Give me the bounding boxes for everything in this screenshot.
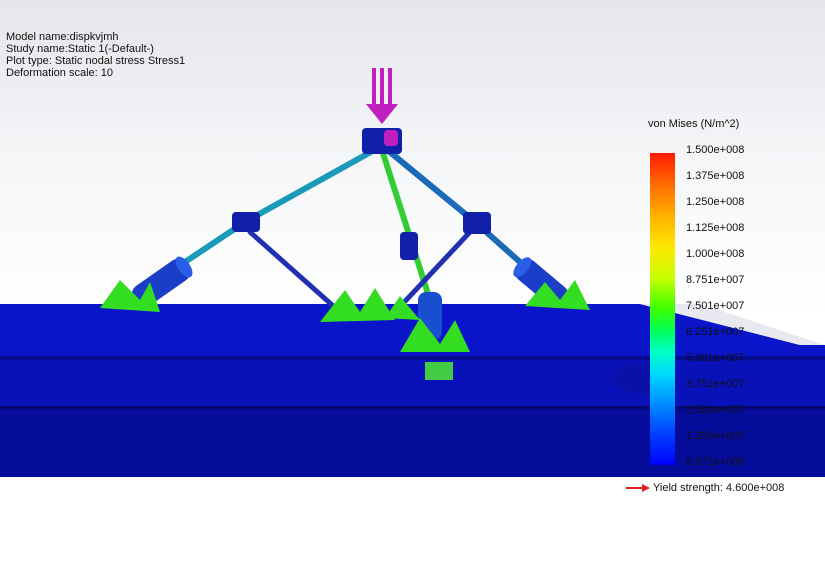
yield-strength-indicator: Yield strength: 4.600e+008: [626, 482, 784, 494]
legend-tick: 1.000e+008: [686, 248, 745, 260]
stress-colorbar: [650, 153, 675, 465]
legend-title: von Mises (N/m^2): [648, 118, 740, 130]
legend-tick: 1.375e+008: [686, 170, 745, 182]
legend-tick: 1.125e+008: [686, 222, 745, 234]
legend-tick: 6.251e+007: [686, 326, 745, 338]
legend-tick: 1.250e+008: [686, 196, 745, 208]
legend-tick: 2.500e+007: [686, 404, 745, 416]
legend-tick: 3.751e+007: [686, 378, 745, 390]
yield-strength-text: Yield strength: 4.600e+008: [653, 482, 785, 494]
legend-tick: 8.751e+007: [686, 274, 745, 286]
legend-tick: 7.501e+007: [686, 300, 745, 312]
legend-tick: 1.250e+007: [686, 430, 745, 442]
legend-tick: 5.001e+007: [686, 352, 745, 364]
legend-tick: 6.071e+005: [686, 456, 745, 468]
legend-tick: 1.500e+008: [686, 144, 745, 156]
right-arrow-icon: [626, 484, 650, 492]
joints: [232, 128, 491, 260]
